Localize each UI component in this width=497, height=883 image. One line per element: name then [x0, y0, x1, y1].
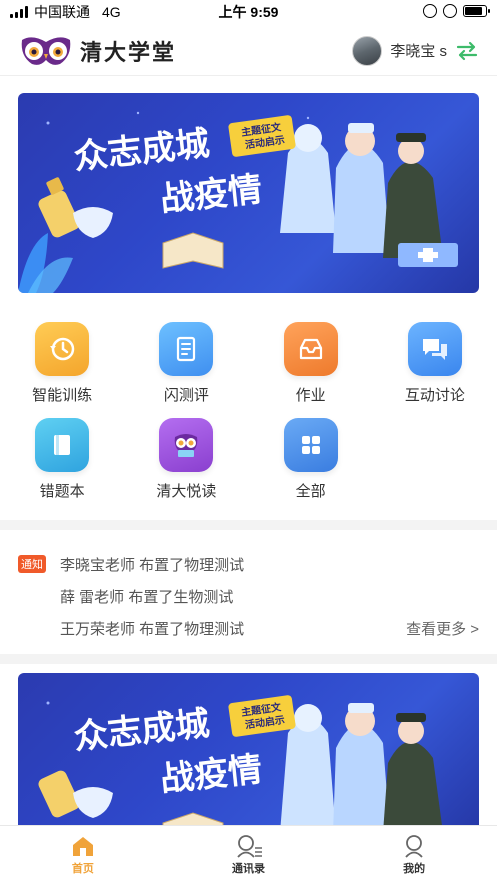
banner-headline-line1: 众志成城 — [72, 124, 211, 178]
contacts-icon[interactable] — [235, 834, 263, 858]
grid-item-all[interactable]: 全部 — [249, 418, 373, 514]
avatar[interactable] — [352, 35, 383, 66]
grid-item-smart-training[interactable]: 智能训练 — [0, 322, 124, 418]
notice-list: 通知 李晓宝老师 布置了物理测试 薛 雷老师 布置了生物测试 王万荣老师 布置了… — [18, 548, 479, 644]
app-logo: 清大学堂 — [18, 34, 176, 68]
tab-profile[interactable]: 我的 — [331, 826, 497, 883]
chat-icon[interactable] — [407, 322, 462, 376]
home-icon[interactable] — [70, 834, 96, 858]
document-icon[interactable] — [159, 322, 214, 376]
notice-item[interactable]: 薛 雷老师 布置了生物测试 — [18, 580, 479, 612]
profile-icon[interactable] — [402, 834, 426, 858]
section-divider — [0, 654, 497, 664]
app-header: 清大学堂 李晓宝 s — [0, 26, 497, 76]
app-title: 清大学堂 — [80, 39, 177, 65]
rotation-lock-icon — [423, 4, 437, 18]
grid-label: 全部 — [295, 483, 326, 500]
user-switcher[interactable]: 李晓宝 s — [352, 35, 479, 66]
tab-label[interactable]: 通讯录 — [232, 860, 265, 876]
grid-label: 清大悦读 — [156, 483, 217, 500]
notice-text[interactable]: 薛 雷老师 布置了生物测试 — [60, 586, 233, 607]
tab-home[interactable]: 首页 — [0, 826, 166, 883]
status-time: 上午 9:59 — [218, 4, 279, 20]
tab-contacts[interactable]: 通讯录 — [166, 826, 332, 883]
book-icon[interactable] — [35, 418, 90, 472]
notice-text[interactable]: 李晓宝老师 布置了物理测试 — [60, 554, 244, 575]
section-divider — [0, 520, 497, 530]
network-label: 4G — [102, 4, 121, 20]
notice-text[interactable]: 王万荣老师 布置了物理测试 — [60, 618, 244, 639]
feature-grid: 智能训练 闪测评 作业 互动讨论 错题本 清大悦读 全部 — [0, 322, 497, 514]
grid-label: 作业 — [295, 387, 326, 404]
signal-icon — [10, 6, 28, 18]
alarm-icon — [443, 4, 457, 18]
grid-label: 互动讨论 — [404, 387, 465, 404]
notice-badge: 通知 — [18, 555, 46, 573]
promo-banner[interactable]: 主题征文 活动启示 众志成城 战疫情 — [18, 673, 479, 833]
tab-label[interactable]: 我的 — [403, 860, 425, 876]
owl-icon[interactable] — [159, 418, 214, 472]
owl-logo-icon — [21, 36, 71, 65]
switch-account-icon[interactable] — [455, 40, 479, 62]
banner-headline-line1: 众志成城 — [72, 704, 211, 758]
grid-label: 智能训练 — [32, 387, 93, 404]
grid-item-quick-test[interactable]: 闪测评 — [124, 322, 248, 418]
inbox-icon[interactable] — [283, 322, 338, 376]
status-bar: 中国联通 4G 上午 9:59 — [0, 0, 497, 24]
banner-headline-line2: 战疫情 — [158, 750, 264, 800]
history-icon[interactable] — [35, 322, 90, 376]
view-more-link[interactable]: 查看更多 > — [406, 618, 479, 639]
battery-icon — [463, 5, 490, 17]
notice-item[interactable]: 王万荣老师 布置了物理测试 查看更多 > — [18, 612, 479, 644]
user-name[interactable]: 李晓宝 s — [390, 40, 447, 61]
bottom-tab-bar: 首页 通讯录 我的 — [0, 825, 497, 883]
apps-icon[interactable] — [283, 418, 338, 472]
grid-item-homework[interactable]: 作业 — [249, 322, 373, 418]
carrier-label: 中国联通 — [34, 4, 90, 20]
promo-banner[interactable]: 主题征文 活动启示 众志成城 战疫情 — [18, 93, 479, 293]
grid-item-error-book[interactable]: 错题本 — [0, 418, 124, 514]
grid-item-discussion[interactable]: 互动讨论 — [373, 322, 497, 418]
grid-item-reading[interactable]: 清大悦读 — [124, 418, 248, 514]
grid-label: 错题本 — [39, 483, 85, 500]
tab-label[interactable]: 首页 — [72, 860, 94, 876]
grid-label: 闪测评 — [163, 387, 209, 404]
notice-item[interactable]: 通知 李晓宝老师 布置了物理测试 — [18, 548, 479, 580]
banner-headline-line2: 战疫情 — [158, 170, 264, 220]
